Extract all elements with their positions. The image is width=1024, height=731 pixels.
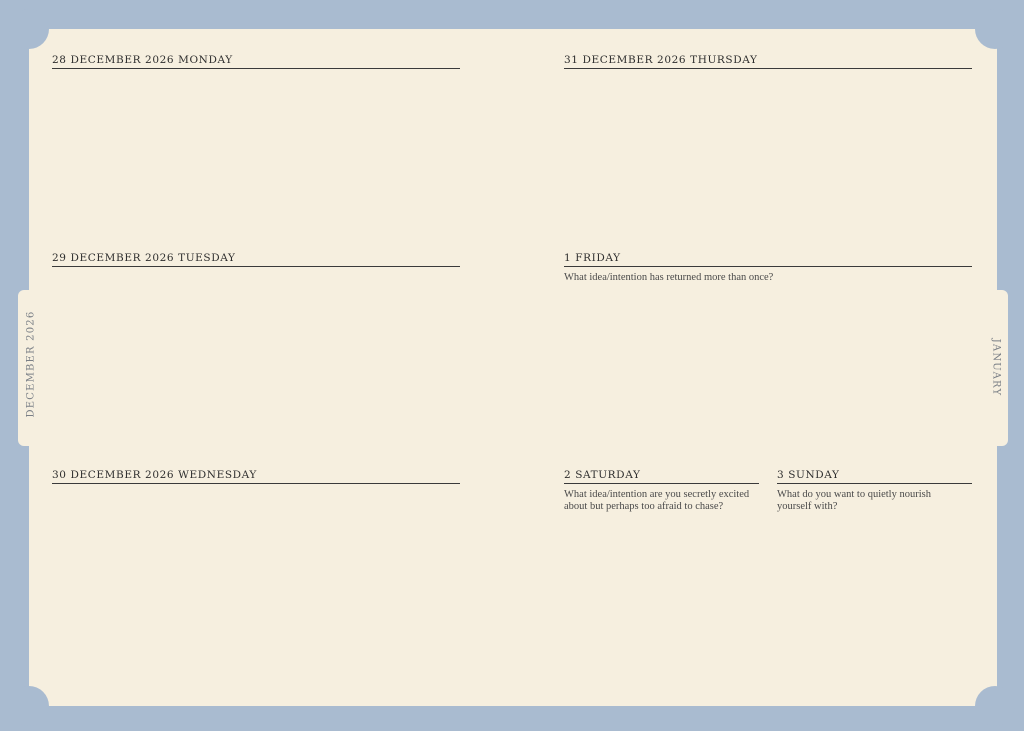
corner-notch-bottom-right	[975, 686, 1015, 726]
corner-notch-bottom-left	[9, 686, 49, 726]
prompt-friday: What idea/intention has returned more th…	[564, 272, 774, 283]
prompt-sunday: What do you want to quietly nourish your…	[777, 489, 931, 512]
day-header-friday: 1 FRIDAY	[564, 251, 972, 267]
corner-notch-top-right	[975, 9, 1015, 49]
left-month-label: DECEMBER 2026	[25, 310, 37, 418]
day-header-wednesday: 30 DECEMBER 2026 WEDNESDAY	[52, 468, 460, 484]
prompt-saturday: What idea/intention are you secretly exc…	[564, 489, 750, 512]
day-header-monday: 28 DECEMBER 2026 MONDAY	[52, 53, 460, 69]
day-header-thursday: 31 DECEMBER 2026 THURSDAY	[564, 53, 972, 69]
day-header-tuesday: 29 DECEMBER 2026 TUESDAY	[52, 251, 460, 267]
day-header-sunday: 3 SUNDAY	[777, 468, 972, 484]
right-month-label: JANUARY	[990, 338, 1002, 397]
planner-page	[29, 29, 997, 706]
day-header-saturday: 2 SATURDAY	[564, 468, 759, 484]
corner-notch-top-left	[9, 9, 49, 49]
